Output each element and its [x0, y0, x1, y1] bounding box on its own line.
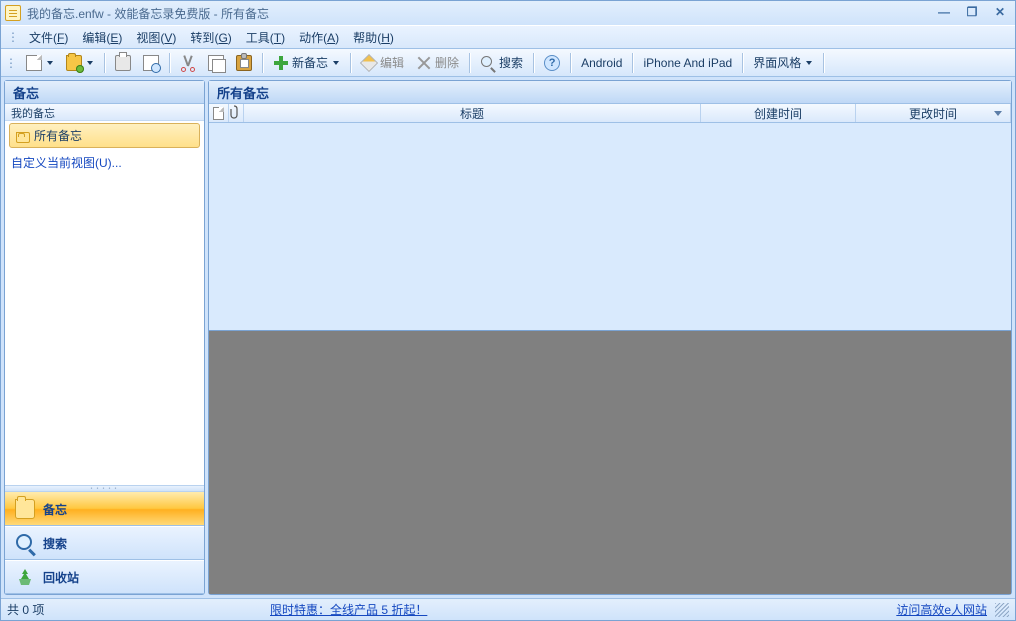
menubar: ⋮ 文件(F) 编辑(E) 视图(V) 转到(G) 工具(T) 动作(A) 帮助… — [1, 25, 1015, 49]
doc-type-icon — [213, 107, 224, 120]
edit-button[interactable]: 编辑 — [356, 52, 409, 74]
close-button[interactable]: ✕ — [989, 5, 1011, 21]
print-icon — [115, 55, 131, 71]
sidebar-subheader[interactable]: 我的备忘 — [5, 104, 204, 121]
customize-view-link[interactable]: 自定义当前视图(U)... — [5, 150, 204, 175]
menu-tools[interactable]: 工具(T) — [240, 27, 291, 48]
copy-button[interactable] — [203, 52, 229, 74]
search-button[interactable]: 搜索 — [475, 52, 528, 74]
status-site-link[interactable]: 访问高效e人网站 — [896, 601, 987, 618]
recycle-icon — [15, 567, 35, 587]
status-promo-link[interactable]: 限时特惠：全线产品 5 折起！ — [270, 601, 427, 618]
menu-help[interactable]: 帮助(H) — [347, 27, 400, 48]
col-icon[interactable] — [209, 104, 229, 122]
help-button[interactable]: ? — [539, 52, 565, 74]
search-icon — [480, 55, 496, 71]
folder-icon — [16, 132, 30, 143]
print-preview-icon — [143, 55, 159, 71]
pencil-icon — [360, 53, 378, 71]
status-count: 共 0 项 — [7, 601, 44, 618]
app-icon — [5, 5, 21, 21]
sidebar: 备忘 我的备忘 所有备忘 自定义当前视图(U)... ･････ 备忘 搜索 回… — [4, 80, 205, 595]
open-button[interactable] — [61, 52, 99, 74]
main-header: 所有备忘 — [209, 81, 1011, 104]
cut-icon — [180, 55, 196, 71]
copy-icon — [208, 55, 224, 71]
print-button[interactable] — [110, 52, 136, 74]
new-doc-icon — [26, 55, 42, 71]
col-modified[interactable]: 更改时间 — [856, 104, 1011, 122]
content-area: 备忘 我的备忘 所有备忘 自定义当前视图(U)... ･････ 备忘 搜索 回… — [1, 77, 1015, 598]
col-attach[interactable] — [229, 104, 244, 122]
sidebar-header: 备忘 — [5, 81, 204, 104]
minimize-button[interactable]: — — [933, 5, 955, 21]
paste-icon — [236, 55, 252, 71]
main-panel: 所有备忘 标题 创建时间 更改时间 — [208, 80, 1012, 595]
maximize-button[interactable]: ❐ — [961, 5, 983, 21]
preview-area — [209, 330, 1011, 594]
tree-item-label: 所有备忘 — [34, 127, 82, 144]
toolbar: ⋮ 新备忘 编辑 删除 搜索 ? Android iPhone And iPad… — [1, 49, 1015, 77]
app-window: 我的备忘.enfw - 效能备忘录免费版 - 所有备忘 — ❐ ✕ ⋮ 文件(F… — [0, 0, 1016, 621]
help-icon: ? — [544, 55, 560, 71]
attach-icon — [229, 105, 243, 121]
nav-label: 备忘 — [43, 501, 67, 518]
delete-icon — [416, 55, 432, 71]
print-preview-button[interactable] — [138, 52, 164, 74]
col-created[interactable]: 创建时间 — [701, 104, 856, 122]
notes-icon — [15, 499, 35, 519]
search-nav-icon — [15, 533, 35, 553]
android-button[interactable]: Android — [576, 52, 627, 74]
nav-label: 搜索 — [43, 535, 67, 552]
titlebar: 我的备忘.enfw - 效能备忘录免费版 - 所有备忘 — ❐ ✕ — [1, 1, 1015, 25]
menu-view[interactable]: 视图(V) — [130, 27, 182, 48]
new-note-button[interactable]: 新备忘 — [268, 52, 345, 74]
paste-button[interactable] — [231, 52, 257, 74]
tree-item-all-notes[interactable]: 所有备忘 — [9, 123, 200, 148]
nav-search[interactable]: 搜索 — [5, 526, 204, 560]
nav-recycle[interactable]: 回收站 — [5, 560, 204, 594]
menu-action[interactable]: 动作(A) — [293, 27, 345, 48]
column-headers: 标题 创建时间 更改时间 — [209, 104, 1011, 123]
col-title[interactable]: 标题 — [244, 104, 701, 122]
new-doc-button[interactable] — [21, 52, 59, 74]
menu-edit[interactable]: 编辑(E) — [76, 27, 128, 48]
menu-file[interactable]: 文件(F) — [23, 27, 74, 48]
menu-goto[interactable]: 转到(G) — [184, 27, 237, 48]
plus-icon — [273, 55, 289, 71]
nav-label: 回收站 — [43, 569, 79, 586]
delete-button[interactable]: 删除 — [411, 52, 464, 74]
resize-grip[interactable] — [995, 603, 1009, 617]
sidebar-tree: 所有备忘 自定义当前视图(U)... — [5, 121, 204, 485]
iphone-button[interactable]: iPhone And iPad — [638, 52, 737, 74]
statusbar: 共 0 项 限时特惠：全线产品 5 折起！ 访问高效e人网站 — [1, 598, 1015, 620]
style-button[interactable]: 界面风格 — [748, 52, 818, 74]
nav-notes[interactable]: 备忘 — [5, 492, 204, 526]
splitter-grip[interactable]: ･････ — [5, 485, 204, 492]
window-title: 我的备忘.enfw - 效能备忘录免费版 - 所有备忘 — [27, 5, 269, 22]
list-area[interactable] — [209, 123, 1011, 330]
open-icon — [66, 55, 82, 71]
cut-button[interactable] — [175, 52, 201, 74]
